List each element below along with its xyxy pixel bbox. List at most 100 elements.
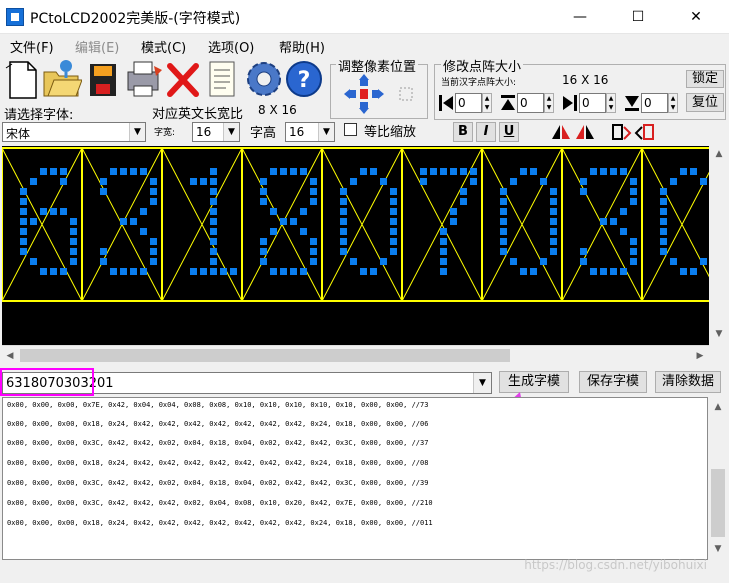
output-line: 0x00, 0x00, 0x00, 0x18, 0x24, 0x42, 0x42… [7,519,433,527]
font-combo-value: 宋体 [6,127,31,141]
scroll-down-icon[interactable]: ▼ [711,326,727,342]
restore-button[interactable]: 复位 [686,93,724,112]
minimize-button[interactable]: — [557,0,603,34]
rotate-right-icon[interactable] [634,121,656,143]
led-dot [460,168,467,175]
lock-button[interactable]: 锁定 [686,70,724,88]
led-dot [700,178,707,185]
led-dot [590,268,597,275]
current-size-value: 16 X 16 [562,73,609,87]
notes-icon[interactable] [204,58,242,98]
italic-button[interactable]: I [476,122,496,142]
pixel-arrow-pad[interactable] [342,72,426,116]
scroll-thumb[interactable] [711,469,725,537]
led-dot [340,228,347,235]
flip-horizontal-icon[interactable] [550,121,572,143]
delete-icon[interactable] [164,58,202,98]
width-combo[interactable]: 16 ▼ [192,122,240,142]
settings-gear-icon[interactable] [244,58,282,98]
shrink-top-icon [499,93,517,113]
led-dot [130,268,137,275]
chevron-down-icon[interactable]: ▼ [473,373,491,393]
led-dot [30,218,37,225]
led-dot [60,178,67,185]
led-matrix [2,147,709,302]
output-text-area[interactable]: 0x00, 0x00, 0x00, 0x7E, 0x42, 0x04, 0x04… [2,397,708,560]
preview-horizontal-scrollbar[interactable]: ◀ ▶ [2,345,709,365]
height-combo-value: 16 [289,125,305,139]
led-dot [190,268,197,275]
led-dot [110,168,117,175]
spin-right-arrows[interactable]: ▲ ▼ [606,93,616,113]
proportional-checkbox[interactable] [344,123,357,136]
led-dot [210,188,217,195]
menu-options[interactable]: 选项(O) [208,37,254,56]
led-dot [500,228,507,235]
print-icon[interactable] [124,58,162,98]
led-dot [210,208,217,215]
led-dot [60,268,67,275]
preview-vertical-scrollbar[interactable]: ▲ ▼ [709,146,729,366]
led-dot [20,248,27,255]
led-dot [200,178,207,185]
scroll-left-icon[interactable]: ◀ [2,348,18,364]
bold-button[interactable]: B [453,122,473,142]
clear-data-button[interactable]: 清除数据 [655,371,721,393]
flip-vertical-icon[interactable] [574,121,596,143]
spin-bottom-value[interactable]: 0 [641,93,668,113]
led-dot [670,258,677,265]
led-dot [620,268,627,275]
led-dot [100,248,107,255]
led-dot [20,238,27,245]
led-dot [200,268,207,275]
output-vertical-scrollbar[interactable]: ▲ ▼ [708,397,729,560]
led-dot [310,188,317,195]
led-dot [390,218,397,225]
led-dot [300,168,307,175]
led-dot [530,168,537,175]
spin-top-value[interactable]: 0 [517,93,544,113]
scroll-down-icon[interactable]: ▼ [710,541,726,557]
spin-left-value[interactable]: 0 [455,93,482,113]
spin-left-arrows[interactable]: ▲ ▼ [482,93,492,113]
spin-right-value[interactable]: 0 [579,93,606,113]
led-dot [150,188,157,195]
menu-mode[interactable]: 模式(C) [141,37,186,56]
led-dot [70,228,77,235]
led-dot [30,258,37,265]
menu-edit[interactable]: 编辑(E) [75,37,119,56]
open-folder-icon[interactable] [42,58,83,98]
led-dot [550,208,557,215]
scroll-up-icon[interactable]: ▲ [711,146,727,162]
rotate-left-icon[interactable] [610,121,632,143]
led-dot [390,198,397,205]
help-icon[interactable]: ? [284,58,322,98]
save-font-button[interactable]: 保存字模 [579,371,647,393]
led-dot [690,168,697,175]
scroll-up-icon[interactable]: ▲ [710,399,726,415]
scroll-right-icon[interactable]: ▶ [692,348,708,364]
led-dot [630,238,637,245]
menu-help[interactable]: 帮助(H) [279,37,325,56]
height-combo[interactable]: 16 ▼ [285,122,335,142]
close-button[interactable]: ✕ [673,0,719,34]
led-preview[interactable] [2,146,709,345]
led-dot [550,188,557,195]
led-dot [120,268,127,275]
underline-button[interactable]: U [499,122,519,142]
spin-bottom-arrows[interactable]: ▲ ▼ [668,93,678,113]
led-dot [510,178,517,185]
led-dot [260,248,267,255]
menu-file[interactable]: 文件(F) [10,37,54,56]
save-disk-icon[interactable] [84,58,122,98]
led-dot [300,208,307,215]
maximize-button[interactable]: ☐ [615,0,661,34]
font-combo[interactable]: 宋体 ▼ [2,122,146,142]
scroll-thumb[interactable] [20,349,510,362]
led-dot [100,188,107,195]
led-dot [440,238,447,245]
app-icon [6,8,24,26]
new-file-icon[interactable] [2,58,40,99]
led-dot [310,178,317,185]
spin-top-arrows[interactable]: ▲ ▼ [544,93,554,113]
